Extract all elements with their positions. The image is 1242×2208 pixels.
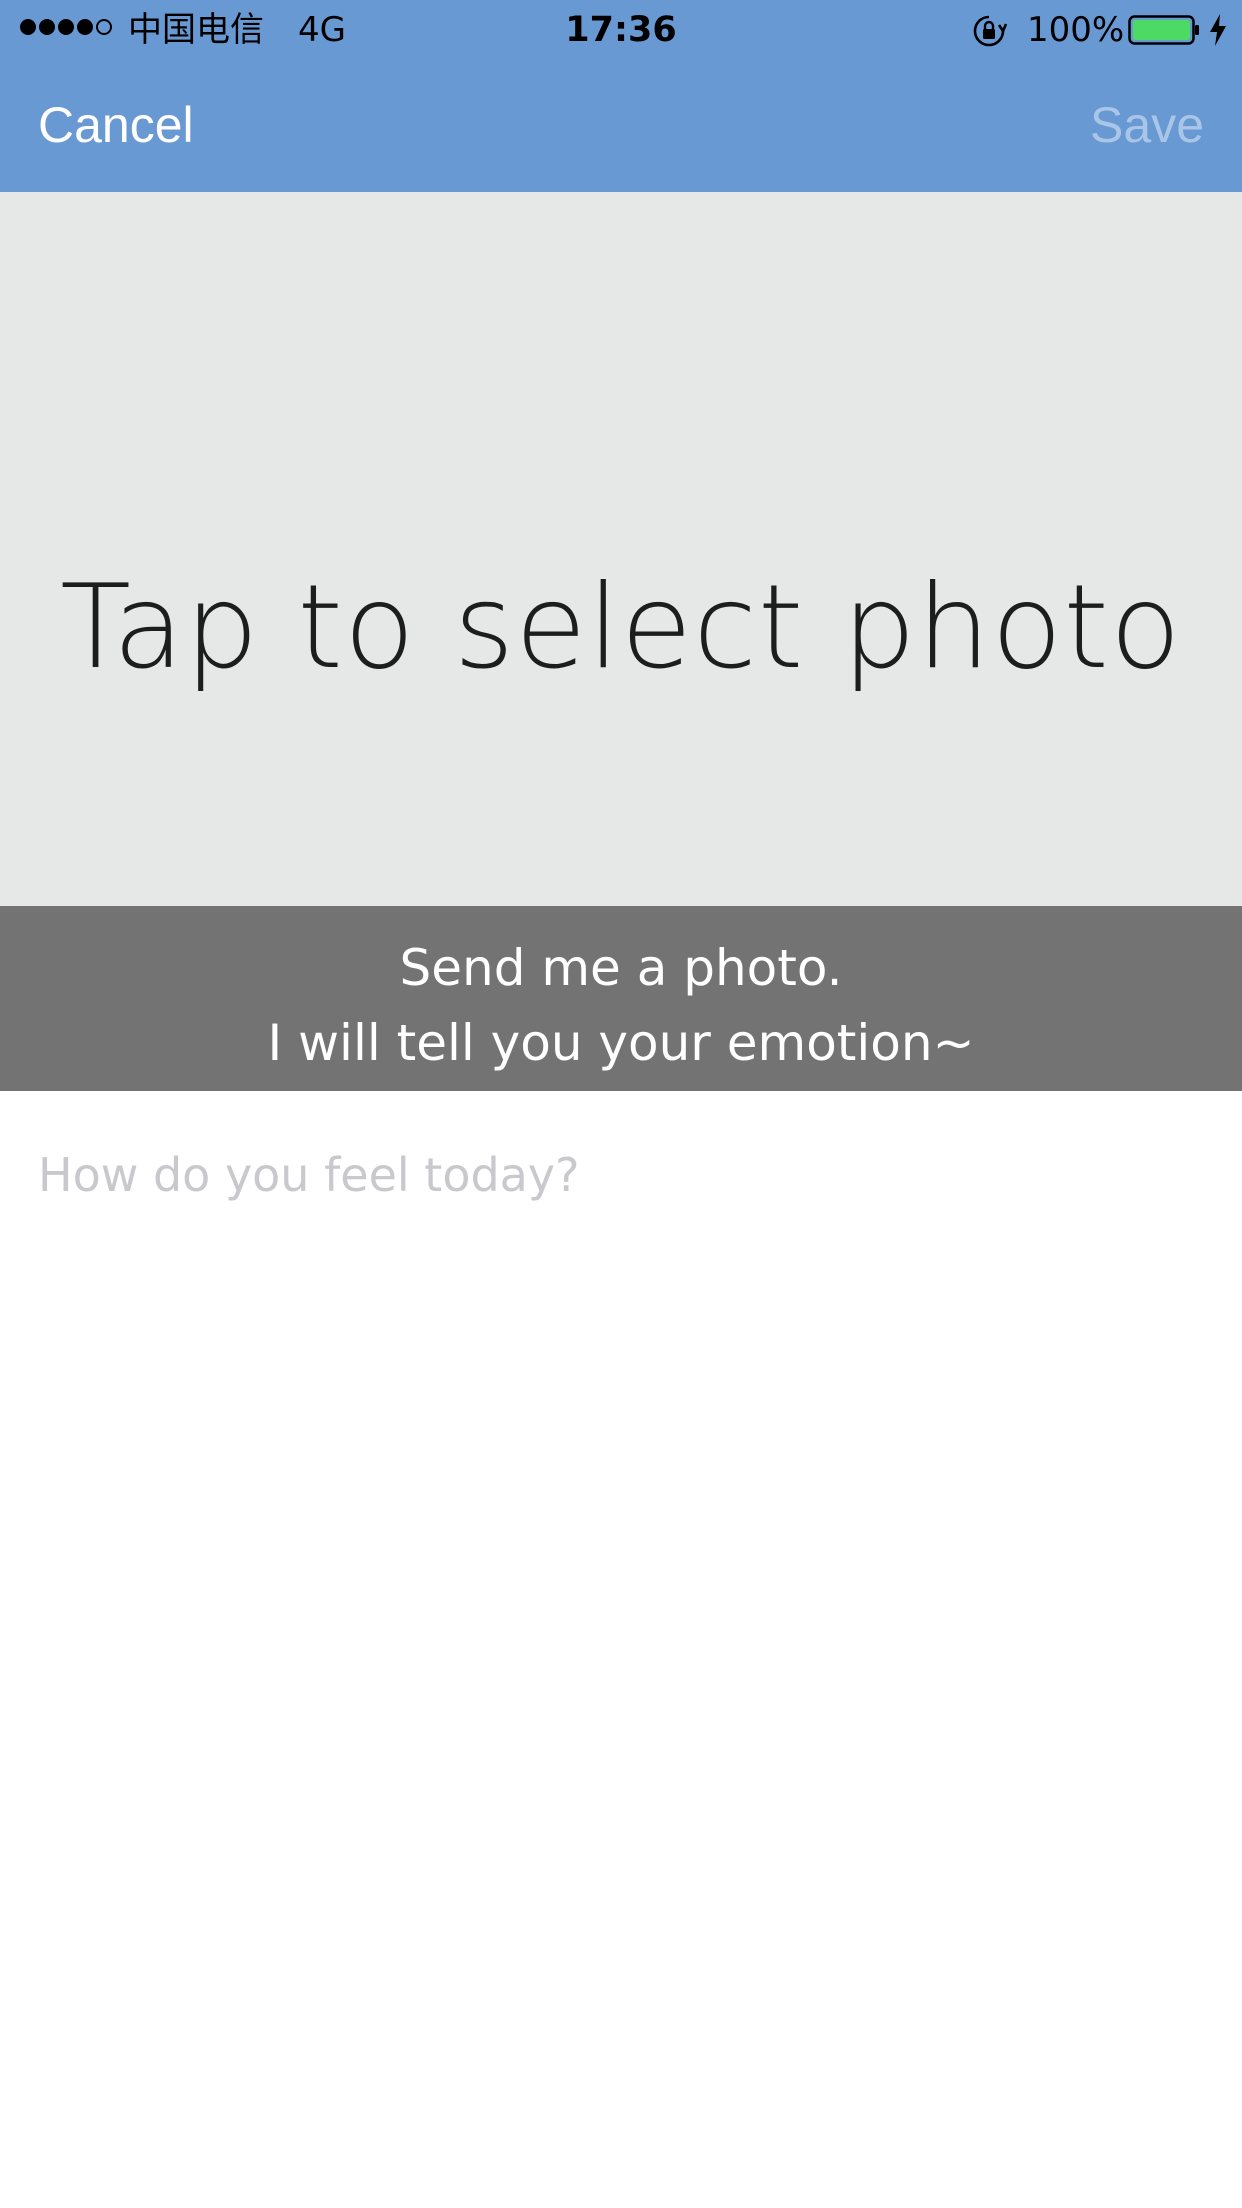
feeling-input[interactable] [38,1130,1204,2170]
carrier-name: 中国电信 [128,10,264,50]
battery-percent: 100% [1027,10,1125,50]
status-bar: 中国电信 4G 17:36 100% [0,0,1242,60]
top-bar: 中国电信 4G 17:36 100% Cancel Save [0,0,1242,192]
signal-dots-icon [20,19,112,35]
save-button[interactable]: Save [1090,92,1204,158]
caption-line-2: I will tell you your emotion~ [267,1014,975,1072]
rotation-lock-icon [973,15,1007,47]
status-time: 17:36 [565,10,677,50]
photo-prompt[interactable]: Tap to select photo [0,548,1242,708]
network-type: 4G [298,10,346,50]
battery-icon [1128,15,1199,45]
caption-line-1: Send me a photo. [399,939,843,997]
charging-bolt-icon [1210,14,1226,46]
cancel-button[interactable]: Cancel [38,92,194,158]
